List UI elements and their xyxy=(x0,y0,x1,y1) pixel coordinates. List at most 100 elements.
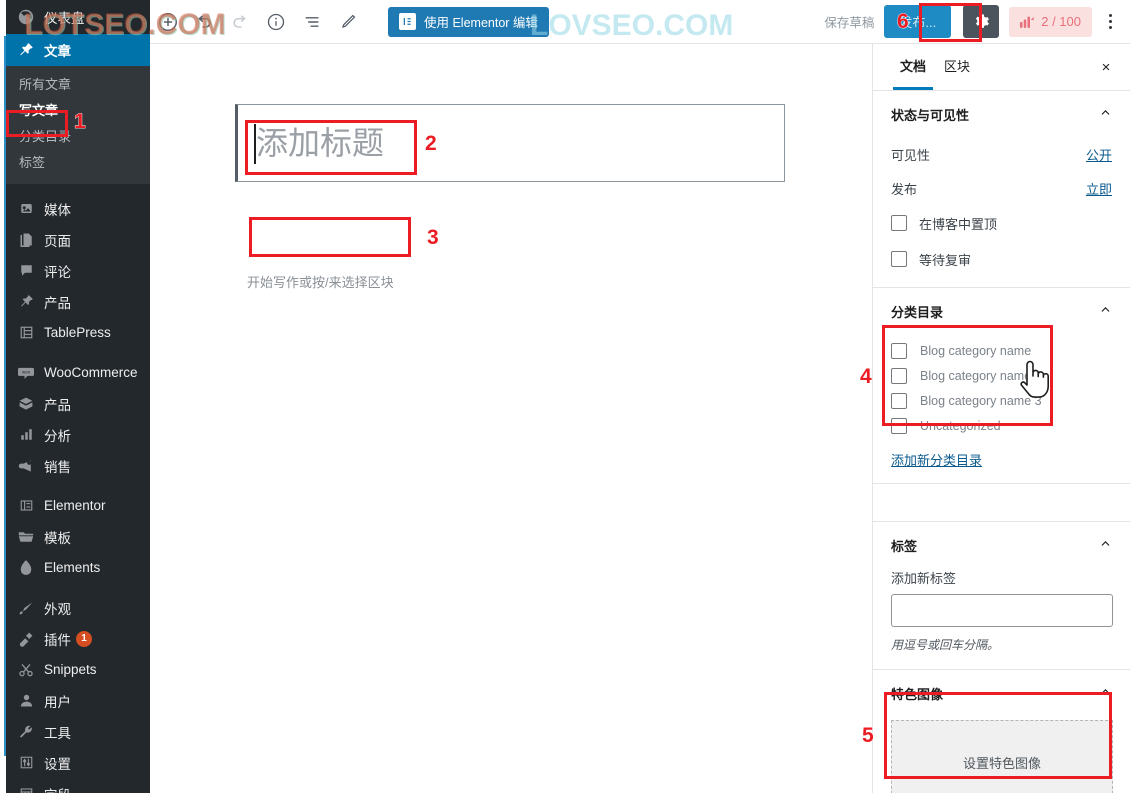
category-row[interactable]: Blog category name xyxy=(891,338,1112,363)
redo-button[interactable] xyxy=(222,4,258,40)
more-options-button[interactable] xyxy=(1096,4,1124,40)
plug-icon xyxy=(15,629,37,649)
box-icon xyxy=(15,394,37,414)
sidebar-item-tablepress[interactable]: TablePress xyxy=(6,317,150,348)
categories-list: Blog category name Blog category name 2 … xyxy=(891,334,1112,438)
undo-button[interactable] xyxy=(186,4,222,40)
add-block-button[interactable] xyxy=(150,4,186,40)
category-checkbox[interactable] xyxy=(891,392,907,409)
featured-image-panel: 特色图像 设置特色图像 xyxy=(873,670,1130,793)
folder-icon xyxy=(15,527,37,547)
scissors-icon xyxy=(15,660,37,680)
posts-submenu: 所有文章 写文章 分类目录 标签 xyxy=(6,66,150,184)
leaf-icon xyxy=(15,558,37,578)
sidebar-item-snippets[interactable]: Snippets xyxy=(6,654,150,685)
sidebar-item-settings[interactable]: 设置 xyxy=(6,747,150,778)
sidebar-item-pages[interactable]: 页面 xyxy=(6,224,150,255)
sidebar-item-users[interactable]: 用户 xyxy=(6,685,150,716)
document-settings-panel: 文档 区块 × 状态与可见性 可见性 公开 发布 立即 在博客中置顶 等待复审 … xyxy=(872,44,1130,793)
sidebar-item-templates[interactable]: 模板 xyxy=(6,521,150,552)
publish-button[interactable]: 发布... xyxy=(884,5,952,38)
categories-panel-header[interactable]: 分类目录 xyxy=(891,288,1112,334)
info-button[interactable] xyxy=(258,4,294,40)
featured-image-panel-header[interactable]: 特色图像 xyxy=(891,670,1112,716)
submenu-item-tags[interactable]: 标签 xyxy=(6,150,150,176)
dashboard-icon xyxy=(15,7,37,27)
sidebar-item-posts[interactable]: 文章 xyxy=(6,34,158,66)
status-visibility-panel: 状态与可见性 可见性 公开 发布 立即 在博客中置顶 等待复审 xyxy=(873,91,1130,288)
sidebar-item-fields[interactable]: 字段 xyxy=(6,778,150,793)
category-row[interactable]: Blog category name 2 xyxy=(891,363,1112,388)
close-icon[interactable]: × xyxy=(1090,51,1122,83)
tags-panel-header[interactable]: 标签 xyxy=(891,522,1112,568)
sidebar-label: 页面 xyxy=(44,233,71,249)
sticky-post-row[interactable]: 在博客中置顶 xyxy=(891,205,1112,241)
sidebar-item-tools[interactable]: 工具 xyxy=(6,716,150,747)
sidebar-item-elements[interactable]: Elements xyxy=(6,552,150,583)
pending-review-checkbox[interactable] xyxy=(891,251,907,267)
publish-row: 发布 立即 xyxy=(891,171,1112,205)
category-label: Blog category name xyxy=(920,343,1032,358)
tags-help-text: 用逗号或回车分隔。 xyxy=(891,638,1000,652)
chart-icon xyxy=(15,425,37,445)
publish-button-label: 发布... xyxy=(899,15,937,30)
add-new-category-link[interactable]: 添加新分类目录 xyxy=(891,438,1112,483)
sidebar-item-products-pin[interactable]: 产品 xyxy=(6,286,150,317)
save-draft-button[interactable]: 保存草稿 xyxy=(824,12,874,31)
text-caret xyxy=(254,124,256,164)
status-panel-header[interactable]: 状态与可见性 xyxy=(891,91,1112,137)
woo-icon: woo xyxy=(15,363,37,383)
kebab-dot xyxy=(1108,26,1112,29)
submenu-item-all-posts[interactable]: 所有文章 xyxy=(6,72,150,98)
pending-review-label: 等待复审 xyxy=(919,252,972,268)
category-checkbox[interactable] xyxy=(891,367,907,384)
publish-date-value-button[interactable]: 立即 xyxy=(1086,179,1112,198)
category-label: Blog category name 2 xyxy=(920,368,1042,383)
wrench-icon xyxy=(15,722,37,742)
megaphone-icon xyxy=(15,456,37,476)
visibility-value-button[interactable]: 公开 xyxy=(1086,145,1112,164)
sidebar-item-analytics[interactable]: 分析 xyxy=(6,419,150,450)
sidebar-label: 销售 xyxy=(44,459,71,475)
sidebar-item-plugins[interactable]: 插件 1 xyxy=(6,623,150,654)
sidebar-label: 产品 xyxy=(44,295,71,311)
submenu-item-add-new-post[interactable]: 写文章 xyxy=(6,98,150,124)
pending-review-row[interactable]: 等待复审 xyxy=(891,241,1112,277)
submenu-item-categories[interactable]: 分类目录 xyxy=(6,124,150,150)
sidebar-item-marketing[interactable]: 销售 xyxy=(6,450,150,481)
tags-panel-title: 标签 xyxy=(891,538,918,554)
set-featured-image-button[interactable]: 设置特色图像 xyxy=(891,720,1113,793)
category-row[interactable]: Blog category name 3 xyxy=(891,388,1112,413)
chevron-up-icon[interactable] xyxy=(1099,685,1112,701)
category-checkbox[interactable] xyxy=(891,342,907,359)
pencil-icon[interactable] xyxy=(330,4,366,40)
add-tag-input[interactable] xyxy=(891,594,1113,627)
editor-toolbar: 使用 Elementor 编辑 保存草稿 发布... 2 / 100 xyxy=(150,0,1130,44)
collapsed-panel-spacer xyxy=(873,484,1130,522)
chevron-up-icon[interactable] xyxy=(1099,537,1112,553)
sidebar-item-products[interactable]: 产品 xyxy=(6,388,150,419)
sidebar-item-media[interactable]: 媒体 xyxy=(6,193,150,224)
post-title-block[interactable]: 添加标题 xyxy=(235,104,785,182)
sidebar-label: 字段 xyxy=(44,784,71,793)
categories-panel: 分类目录 Blog category name Blog category na… xyxy=(873,288,1130,484)
sidebar-item-dashboard[interactable]: 仪表盘 xyxy=(6,0,150,34)
sidebar-item-comments[interactable]: 评论 xyxy=(6,255,150,286)
chevron-up-icon[interactable] xyxy=(1099,106,1112,122)
seo-score-badge[interactable]: 2 / 100 xyxy=(1009,6,1092,37)
table-icon xyxy=(15,323,37,343)
tags-panel: 标签 添加新标签 用逗号或回车分隔。 xyxy=(873,522,1130,670)
tab-document[interactable]: 文档 xyxy=(891,44,935,90)
category-checkbox[interactable] xyxy=(891,417,907,434)
category-row[interactable]: Uncategorized xyxy=(891,413,1112,438)
tab-block[interactable]: 区块 xyxy=(935,44,979,90)
list-view-button[interactable] xyxy=(294,4,330,40)
edit-with-elementor-button[interactable]: 使用 Elementor 编辑 xyxy=(388,6,549,37)
settings-gear-button[interactable] xyxy=(963,5,1000,38)
sidebar-item-elementor[interactable]: Elementor xyxy=(6,490,150,521)
chevron-up-icon[interactable] xyxy=(1099,303,1112,319)
sidebar-item-appearance[interactable]: 外观 xyxy=(6,592,150,623)
paragraph-block-placeholder[interactable]: 开始写作或按/来选择区块 xyxy=(247,272,394,291)
sticky-post-checkbox[interactable] xyxy=(891,215,907,231)
sidebar-item-woocommerce[interactable]: woo WooCommerce xyxy=(6,357,150,388)
